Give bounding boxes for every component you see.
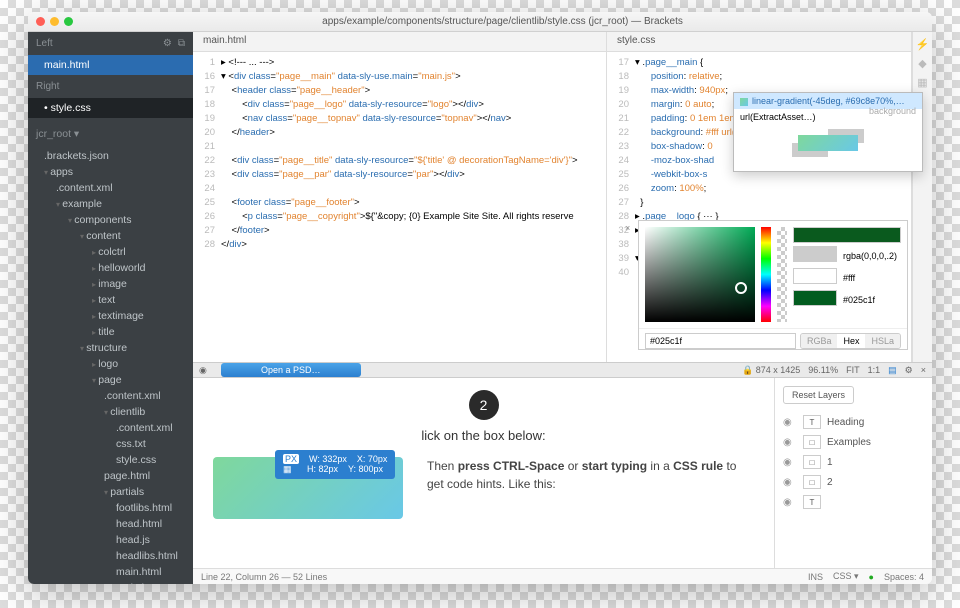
working-file-right[interactable]: • style.css [28,98,193,118]
split-icon[interactable]: ⧉ [178,38,185,49]
window-title: apps/example/components/structure/page/c… [81,16,924,27]
layer-row[interactable]: ◉□Examples [783,432,924,452]
language-mode[interactable]: CSS ▾ [833,571,859,582]
measurement-tooltip: PXW: 332pxX: 70px ▦H: 82pxY: 800px [275,450,395,479]
step-badge: 2 [469,390,499,420]
extensions-icon[interactable]: ◆ [918,57,926,70]
extract-icon[interactable]: ▦ [917,76,927,89]
close-icon[interactable] [36,17,45,26]
preview-heading: lick on the box below: [213,428,754,443]
gear-icon[interactable]: ⚙ [905,365,913,376]
tree-item[interactable]: head.js [28,532,193,548]
inline-color-picker[interactable]: × rgba(0,0,0,.2)#fff#025c1f RGBaHexHSLa [638,220,908,350]
tree-item[interactable]: .content.xml [28,420,193,436]
tree-item[interactable]: components [28,212,193,228]
editor-tab-left[interactable]: main.html [193,32,606,52]
tree-item[interactable]: example [28,196,193,212]
psd-preview[interactable]: 2 lick on the box below: Then press CTRL… [193,378,774,568]
eye-icon[interactable]: ◉ [199,365,213,376]
close-icon[interactable]: × [921,365,926,375]
tree-item[interactable]: image [28,276,193,292]
layers-toggle-icon[interactable]: ▤ [888,365,897,376]
tree-item[interactable]: main.js [28,580,193,584]
psd-dimensions: 🔒 874 x 1425 [742,365,800,376]
extract-toolbar: ◉ Open a PSD… 🔒 874 x 1425 96.11% FIT 1:… [193,362,932,378]
color-gradient[interactable] [645,227,755,322]
tree-item[interactable]: headlibs.html [28,548,193,564]
tree-item[interactable]: helloworld [28,260,193,276]
indent-setting[interactable]: Spaces: 4 [884,572,924,582]
cursor-position: Line 22, Column 26 — 52 Lines [201,572,327,582]
project-root[interactable]: jcr_root ▾ [28,124,193,144]
color-mode-segmented[interactable]: RGBaHexHSLa [800,333,901,349]
editor-tab-right[interactable]: style.css [607,32,911,52]
tree-item[interactable]: colctrl [28,244,193,260]
statusbar: Line 22, Column 26 — 52 Lines INS CSS ▾ … [193,568,932,584]
open-psd-button[interactable]: Open a PSD… [221,363,361,377]
tree-item[interactable]: logo [28,356,193,372]
tree-item[interactable]: .content.xml [28,180,193,196]
extension-gutter: ⚡ ◆ ▦ [912,32,932,362]
working-set-right-header: Right [28,75,193,98]
titlebar[interactable]: apps/example/components/structure/page/c… [28,12,932,32]
reset-layers-button[interactable]: Reset Layers [783,386,854,404]
editor-left[interactable]: main.html 1▸ <!--- ... --->16▾ <div clas… [193,32,607,362]
code-hint-popup[interactable]: linear-gradient(-45deg, #69c8e70%,… back… [733,92,923,172]
tree-item[interactable]: .brackets.json [28,148,193,164]
hint-preview-swatch [792,129,864,157]
tree-item[interactable]: structure [28,340,193,356]
layer-row[interactable]: ◉THeading [783,412,924,432]
minimize-icon[interactable] [50,17,59,26]
tree-item[interactable]: text [28,292,193,308]
close-icon[interactable]: × [625,223,630,233]
tree-item[interactable]: title [28,324,193,340]
tree-item[interactable]: textimage [28,308,193,324]
tree-item[interactable]: partials [28,484,193,500]
tree-item[interactable]: head.html [28,516,193,532]
alpha-slider[interactable] [777,227,787,322]
tree-item[interactable]: clientlib [28,404,193,420]
live-preview-icon[interactable]: ⚡ [916,38,930,51]
fit-button[interactable]: FIT [846,365,860,375]
file-tree[interactable]: .brackets.jsonapps.content.xmlexamplecom… [28,144,193,584]
working-file-left[interactable]: main.html [28,55,193,75]
gear-icon[interactable]: ⚙ [163,38,172,49]
hex-input[interactable] [645,333,796,349]
layer-row[interactable]: ◉□2 [783,472,924,492]
preview-body: Then press CTRL-Space or start typing in… [427,457,754,493]
tree-item[interactable]: css.txt [28,436,193,452]
tree-item[interactable]: apps [28,164,193,180]
tree-item[interactable]: content [28,228,193,244]
tree-item[interactable]: style.css [28,452,193,468]
hue-slider[interactable] [761,227,771,322]
layers-panel: Reset Layers ◉THeading◉□Examples◉□1◉□2◉T [774,378,932,568]
tree-item[interactable]: page.html [28,468,193,484]
tree-item[interactable]: page [28,372,193,388]
zoom-icon[interactable] [64,17,73,26]
zoom-level: 96.11% [808,365,838,375]
ratio-button[interactable]: 1:1 [868,365,881,375]
working-set-left-header: Left ⚙⧉ [28,32,193,55]
insert-mode[interactable]: INS [808,572,823,582]
tree-item[interactable]: footlibs.html [28,500,193,516]
sidebar: Left ⚙⧉ main.html Right • style.css jcr_… [28,32,193,584]
tree-item[interactable]: .content.xml [28,388,193,404]
tree-item[interactable]: main.html [28,564,193,580]
layer-row[interactable]: ◉□1 [783,452,924,472]
layer-row[interactable]: ◉T [783,492,924,512]
app-window: apps/example/components/structure/page/c… [28,12,932,584]
